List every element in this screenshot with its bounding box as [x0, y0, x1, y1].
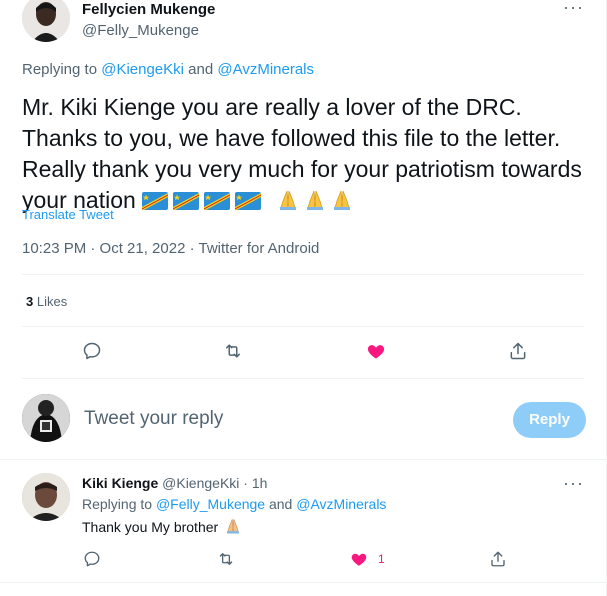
share-action[interactable]: [489, 550, 507, 568]
heart-icon: [367, 345, 385, 359]
divider: [22, 274, 584, 275]
mention-link[interactable]: @KiengeKki: [101, 61, 184, 78]
heart-icon: [351, 553, 367, 566]
share-action[interactable]: [504, 337, 532, 365]
share-icon: [491, 551, 505, 567]
reply-icon: [83, 342, 101, 360]
tweet-detail-panel: Fellycien Mukenge @Felly_Mukenge ··· Rep…: [0, 0, 607, 596]
replying-prefix: Replying to: [82, 496, 153, 512]
reply-icon: [84, 551, 100, 567]
reply-text: Thank you My brother: [82, 517, 242, 535]
replying-and: and: [268, 496, 293, 512]
flag-emoji-group: [142, 187, 266, 213]
tweet-text-line: Thanks to you, we have followed this fil…: [22, 125, 561, 151]
tweet-author[interactable]: Fellycien Mukenge @Felly_Mukenge: [22, 0, 215, 42]
reply-handle-time[interactable]: @KiengeKki · 1h: [162, 475, 267, 491]
reply-button[interactable]: Reply: [513, 402, 586, 438]
likes-label: Likes: [36, 294, 68, 309]
retweet-action[interactable]: [219, 337, 247, 365]
translate-tweet-link[interactable]: Translate Tweet: [22, 207, 114, 222]
drc-flag-emoji-icon: [204, 192, 231, 210]
replying-prefix: Replying to: [22, 61, 98, 78]
author-avatar[interactable]: [22, 0, 70, 42]
tweet-text-line: Mr. Kiki Kienge you are really a lover o…: [22, 94, 522, 120]
tweet-text-line: Really thank you very much for your patr…: [22, 156, 582, 182]
drc-flag-emoji-icon: [142, 192, 169, 210]
mention-link[interactable]: @AvzMinerals: [296, 496, 386, 512]
pray-emoji-icon: [227, 519, 240, 534]
retweet-action[interactable]: [217, 550, 235, 568]
tweet-timestamp[interactable]: 10:23 PM · Oct 21, 2022 · Twitter for An…: [22, 240, 319, 257]
composer-avatar: [22, 394, 70, 442]
pray-emoji-icon: [279, 190, 296, 210]
like-action[interactable]: [362, 337, 390, 365]
more-options-icon[interactable]: ···: [563, 474, 584, 492]
likes-summary[interactable]: 3 Likes: [26, 294, 67, 309]
divider: [0, 459, 606, 460]
reply-text-content: Thank you My brother: [82, 519, 219, 535]
share-icon: [510, 342, 526, 360]
pray-emoji-icon: [306, 190, 323, 210]
divider: [0, 582, 606, 583]
divider: [22, 326, 584, 327]
drc-flag-emoji-icon: [173, 192, 200, 210]
mention-link[interactable]: @AvzMinerals: [217, 61, 314, 78]
reply-like-count: 1: [378, 552, 385, 566]
divider: [22, 378, 584, 379]
retweet-icon: [219, 553, 233, 565]
pray-emoji-group: [273, 187, 354, 213]
likes-count: 3: [26, 294, 34, 309]
reply-input[interactable]: Tweet your reply: [84, 408, 223, 430]
mention-link[interactable]: @Felly_Mukenge: [156, 496, 265, 512]
reply-replying-to: Replying to @Felly_Mukenge and @AvzMiner…: [82, 496, 386, 512]
retweet-icon: [226, 344, 240, 358]
replying-and: and: [188, 61, 214, 78]
like-action[interactable]: 1: [350, 550, 385, 568]
replying-to: Replying to @KiengeKki and @AvzMinerals: [22, 61, 314, 78]
pray-emoji-icon: [333, 190, 350, 210]
tweet-text: Mr. Kiki Kienge you are really a lover o…: [22, 92, 592, 216]
reply-author[interactable]: Kiki Kienge @KiengeKki · 1h: [82, 474, 267, 492]
author-handle[interactable]: @Felly_Mukenge: [82, 22, 215, 40]
drc-flag-emoji-icon: [235, 192, 262, 210]
reply-author-avatar[interactable]: [22, 473, 70, 521]
reply-display-name[interactable]: Kiki Kienge: [82, 475, 158, 491]
more-options-icon[interactable]: ···: [563, 0, 584, 16]
author-display-name[interactable]: Fellycien Mukenge: [82, 1, 215, 19]
reply-action[interactable]: [78, 337, 106, 365]
reply-action[interactable]: [83, 550, 101, 568]
